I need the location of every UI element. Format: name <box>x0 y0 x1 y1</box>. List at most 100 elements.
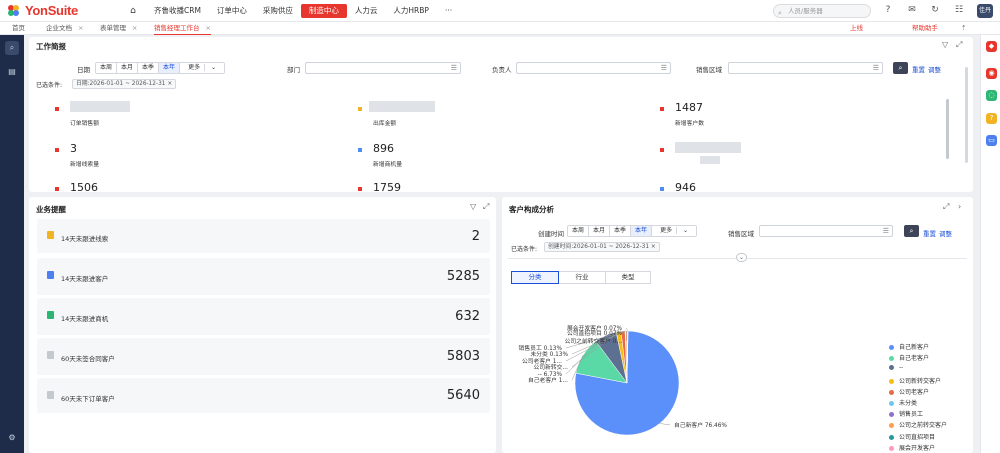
alert-row-no-order[interactable]: 60天未下订单客户 5640 <box>37 378 490 413</box>
adjust-link[interactable]: 调整 <box>928 64 941 74</box>
list-icon: ☰ <box>450 64 457 72</box>
help-icon[interactable]: ? <box>882 4 894 16</box>
panel-title: 业务提醒 <box>36 205 66 214</box>
camera-icon[interactable]: ◉ <box>986 68 997 79</box>
online-link[interactable]: 上线 <box>850 22 863 35</box>
alert-row-unsigned[interactable]: 60天未签合同客户 5803 <box>37 338 490 375</box>
kpi-marker <box>358 148 362 152</box>
nav-crm[interactable]: 齐鲁收播CRM <box>146 4 209 18</box>
dept-input[interactable]: ☰ <box>305 62 461 74</box>
app-icon-red[interactable]: ◆ <box>986 41 997 52</box>
message-icon[interactable]: ✉ <box>906 4 918 16</box>
tab-enterprise-docs[interactable]: 企业文档 × <box>46 22 83 35</box>
fullscreen-icon[interactable]: ⤢ <box>483 202 489 212</box>
alert-row-leads[interactable]: 14天未跟进线索 2 <box>37 219 490 253</box>
tab-industry[interactable]: 行业 <box>559 271 606 284</box>
home-icon[interactable]: ⌂ <box>126 6 140 16</box>
nav-order-center[interactable]: 订单中心 <box>209 4 255 18</box>
tab-form-management[interactable]: 表单管理 × <box>100 22 137 35</box>
time-option-week[interactable]: 本周 <box>568 226 590 236</box>
tab-home[interactable]: 首页 <box>12 22 25 35</box>
time-option-year[interactable]: 本年 <box>631 226 653 236</box>
fullscreen-icon[interactable]: ⤢ <box>943 202 949 212</box>
close-icon[interactable]: × <box>651 244 656 250</box>
kpi-masked[interactable] <box>660 142 860 168</box>
adjust-link[interactable]: 调整 <box>939 228 952 238</box>
date-option-month[interactable]: 本月 <box>117 63 139 73</box>
kpi-order-sales[interactable]: 订单销售额 <box>55 101 255 127</box>
legend-item[interactable]: -- <box>889 364 903 371</box>
time-option-more[interactable]: 更多 ⌄ <box>652 226 697 236</box>
nav-more[interactable]: ··· <box>437 4 460 18</box>
time-option-month[interactable]: 本月 <box>589 226 611 236</box>
kpi-new-customers[interactable]: 1487 新增客户数 <box>660 101 860 127</box>
legend-item[interactable]: 展会开发客户 <box>889 443 935 452</box>
close-icon[interactable]: × <box>78 24 83 32</box>
legend-item[interactable]: 自己新客户 <box>889 342 929 351</box>
alert-row-customers[interactable]: 14天未跟进客户 5285 <box>37 258 490 295</box>
legend-item[interactable]: 公司直招项目 <box>889 432 935 441</box>
selected-time-chip[interactable]: 创建时间:2026-01-01 ~ 2026-12-31 × <box>544 242 660 252</box>
region-input[interactable]: ☰ <box>728 62 883 74</box>
nav-procurement[interactable]: 采购供应 <box>255 4 301 18</box>
legend-item[interactable]: 自己老客户 <box>889 353 929 362</box>
notification-icon[interactable]: ☷ <box>953 4 965 16</box>
list-icon: ☰ <box>872 64 879 72</box>
legend-label: 公司老客户 <box>899 388 930 396</box>
legend-item[interactable]: 公司新转交客户 <box>889 376 941 385</box>
nav-manufacturing[interactable]: 制造中心 <box>300 3 347 18</box>
refresh-icon[interactable]: ↻ <box>929 4 941 16</box>
search-button[interactable]: ⌕ <box>904 225 919 237</box>
time-option-quarter[interactable]: 本季 <box>610 226 632 236</box>
tab-category[interactable]: 分类 <box>511 271 559 284</box>
question-icon[interactable]: ? <box>986 113 997 124</box>
chevron-right-icon[interactable]: › <box>958 202 961 211</box>
card-icon[interactable]: ▭ <box>986 135 997 146</box>
kpi-scrollbar[interactable] <box>946 99 949 159</box>
upload-icon[interactable]: ⇡ <box>961 22 966 35</box>
search-button[interactable]: ⌕ <box>893 62 908 74</box>
legend-item[interactable]: 公司老客户 <box>889 387 929 396</box>
search-icon[interactable]: ⌕ <box>5 41 19 55</box>
date-option-quarter[interactable]: 本季 <box>138 63 160 73</box>
reset-link[interactable]: 重置 <box>923 228 936 238</box>
tab-type[interactable]: 类型 <box>606 271 651 284</box>
masked-caption <box>700 156 720 164</box>
selected-date-chip[interactable]: 日期:2026-01-01 ~ 2026-12-31 × <box>72 79 177 89</box>
fullscreen-icon[interactable]: ⤢ <box>956 40 962 50</box>
nav-hrbp[interactable]: 人力HRBP <box>385 4 437 18</box>
close-icon[interactable]: × <box>167 81 172 87</box>
date-option-week[interactable]: 本周 <box>96 63 118 73</box>
owner-input[interactable]: ☰ <box>516 62 671 74</box>
chat-icon[interactable]: ◌ <box>986 90 997 101</box>
collapse-chevron-icon[interactable]: ⌄ <box>736 253 747 262</box>
settings-icon[interactable]: ⚙ <box>5 431 19 445</box>
assistant-link[interactable]: 帮助助手 <box>912 22 938 35</box>
filter-icon[interactable]: ▽ <box>942 40 948 49</box>
folder-icon[interactable]: ▤ <box>5 65 19 79</box>
kpi-row3-1[interactable]: 1506 <box>55 181 255 192</box>
alert-row-opportunities[interactable]: 14天未跟进商机 632 <box>37 298 490 335</box>
right-rail: ◆ ◉ ◌ ? ▭ <box>980 35 1000 453</box>
close-icon[interactable]: × <box>132 24 137 32</box>
reset-link[interactable]: 重置 <box>912 64 925 74</box>
kpi-new-leads[interactable]: 3 新增线索量 <box>55 142 255 168</box>
kpi-row3-3[interactable]: 946 <box>660 181 860 192</box>
kpi-new-opportunities[interactable]: 896 新增商机量 <box>358 142 558 168</box>
region-input[interactable]: ☰ <box>759 225 893 237</box>
logo[interactable]: YonSuite <box>8 3 100 18</box>
filter-icon[interactable]: ▽ <box>470 202 476 211</box>
legend-item[interactable]: 销售员工 <box>889 409 923 418</box>
search-input[interactable]: ⌕ 人员/服务器 <box>773 4 871 18</box>
date-option-more[interactable]: 更多 ⌄ <box>180 63 225 73</box>
panel-scrollbar[interactable] <box>965 67 968 163</box>
legend-item[interactable]: 公司之前转交客户 <box>889 420 947 429</box>
date-option-year[interactable]: 本年 <box>159 63 181 73</box>
avatar[interactable]: 佳丹 <box>977 4 993 18</box>
close-icon[interactable]: × <box>206 24 211 32</box>
kpi-outbound-amount[interactable]: 出库金额 <box>358 101 558 127</box>
tab-sales-manager-workbench[interactable]: 销售经理工作台 × <box>154 22 211 35</box>
kpi-row3-2[interactable]: 1759 <box>358 181 558 192</box>
legend-item[interactable]: 未分类 <box>889 398 917 407</box>
nav-hr-cloud[interactable]: 人力云 <box>347 4 386 18</box>
